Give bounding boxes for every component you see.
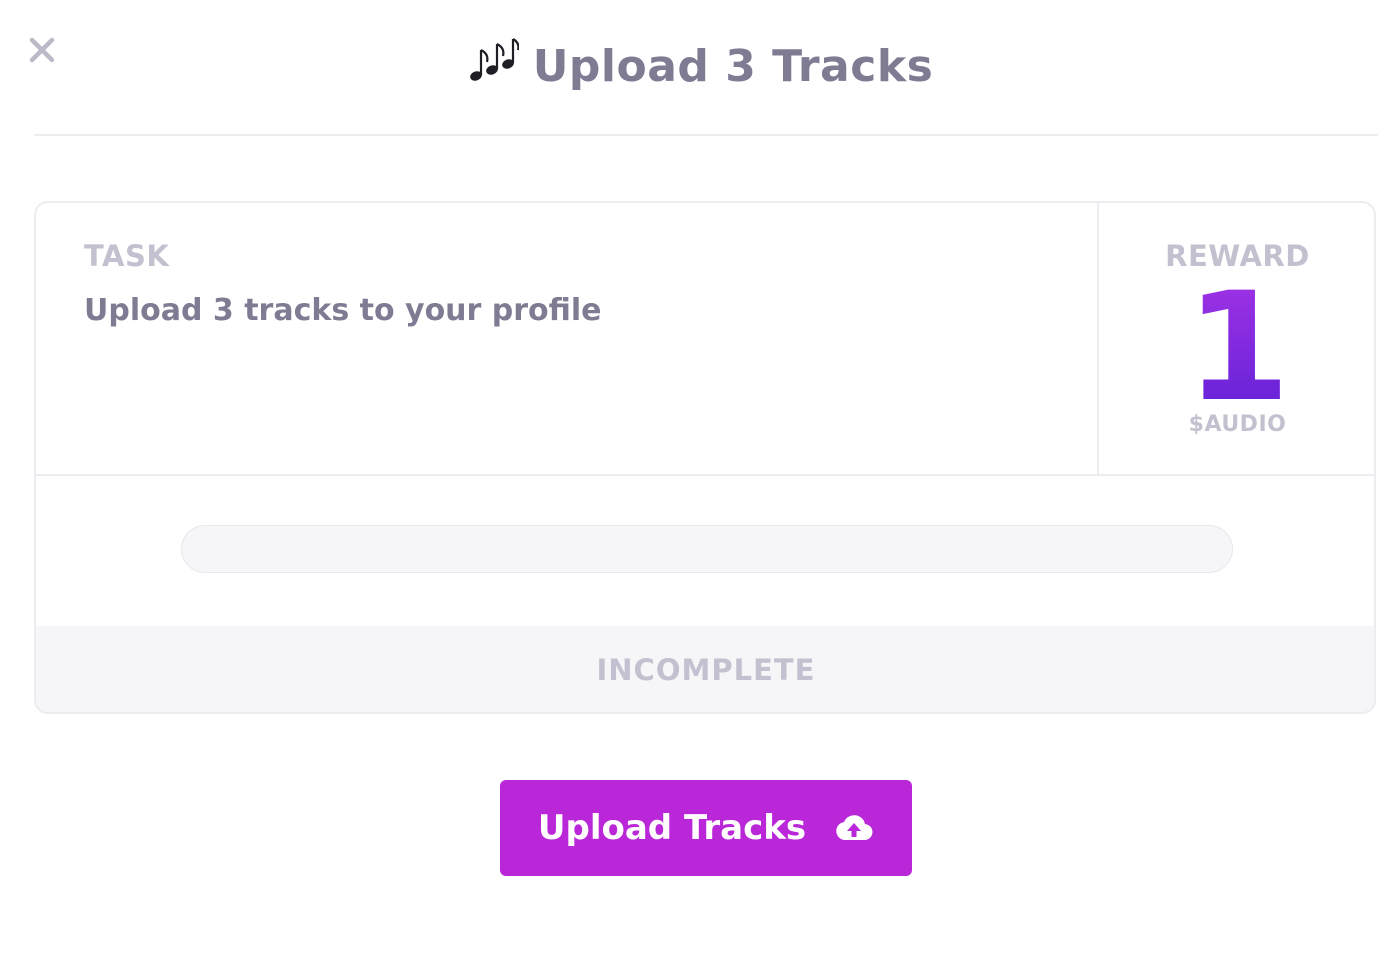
cloud-upload-icon: [836, 815, 873, 841]
upload-tracks-button[interactable]: Upload Tracks: [500, 780, 912, 876]
progress-bar: [181, 525, 1233, 573]
modal-title: Upload 3 Tracks: [532, 40, 934, 92]
reward-label: REWARD: [1165, 239, 1310, 273]
reward-currency: $AUDIO: [1188, 412, 1287, 437]
status-badge: INCOMPLETE: [596, 653, 816, 687]
task-description: Upload 3 tracks to your profile: [84, 293, 602, 328]
task-section: TASK Upload 3 tracks to your profile: [36, 203, 1099, 474]
status-bar: INCOMPLETE: [36, 626, 1374, 712]
task-card-top: TASK Upload 3 tracks to your profile REW…: [36, 203, 1374, 476]
reward-section: REWARD 1 $AUDIO: [1099, 203, 1374, 474]
upload-tracks-label: Upload Tracks: [537, 808, 807, 848]
task-label: TASK: [84, 239, 170, 273]
task-card: TASK Upload 3 tracks to your profile REW…: [34, 201, 1376, 714]
upload-tracks-modal: Upload 3 Tracks TASK Upload 3 tracks to …: [0, 0, 1400, 966]
reward-amount: 1: [1185, 281, 1289, 411]
modal-header: Upload 3 Tracks: [0, 26, 1400, 106]
reward-amount-text: 1: [1185, 281, 1289, 411]
reward-amount-container: 1: [1099, 281, 1374, 411]
progress-area: [36, 476, 1374, 626]
music-notes-icon: [469, 38, 519, 81]
header-divider: [34, 134, 1378, 136]
